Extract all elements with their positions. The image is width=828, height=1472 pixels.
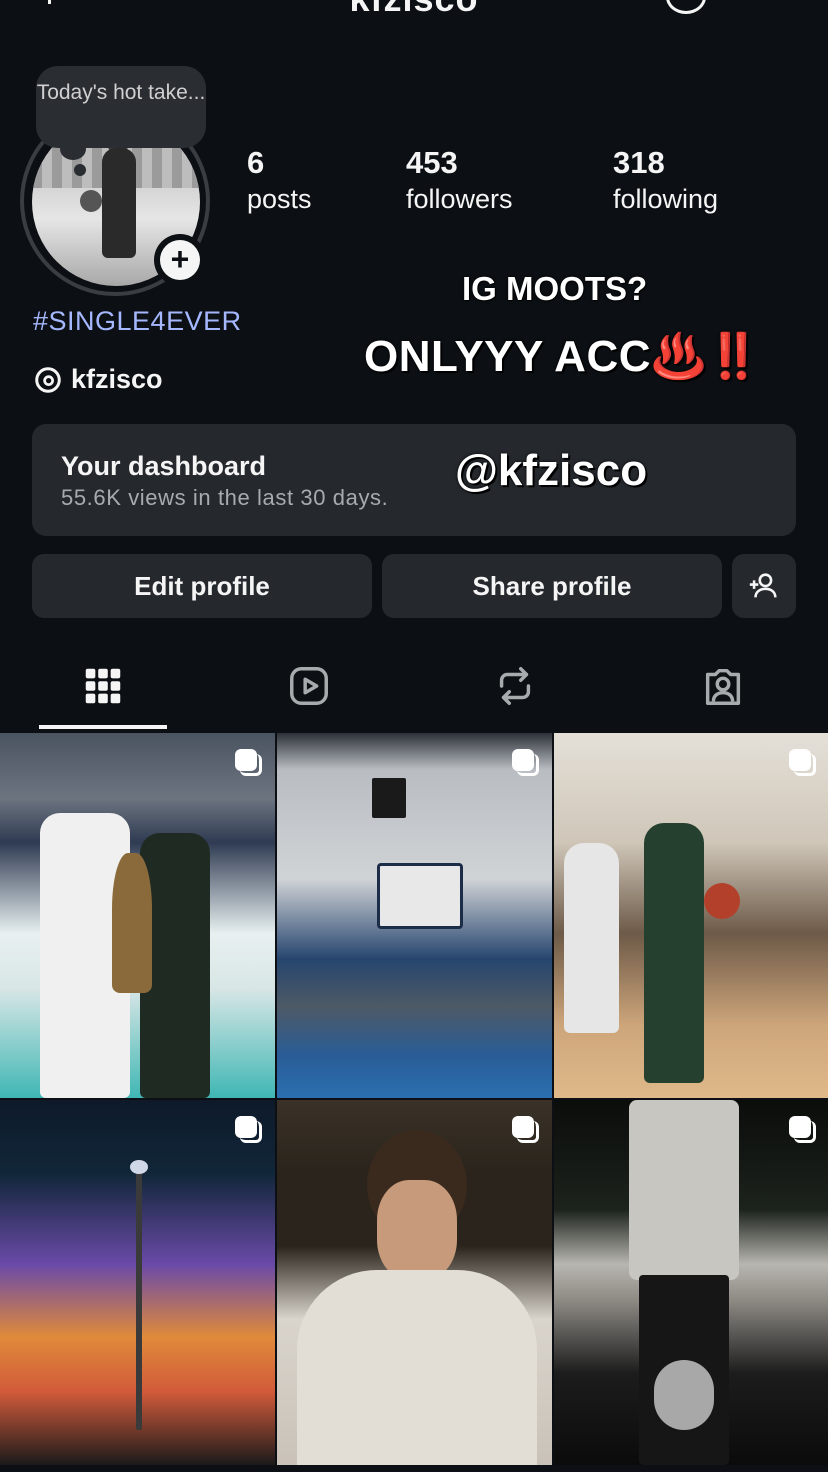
tab-reels[interactable] — [285, 660, 333, 712]
threads-handle: kfzisco — [71, 364, 163, 394]
stat-value: 318 — [613, 145, 665, 180]
carousel-icon — [512, 749, 539, 776]
post-thumbnail[interactable] — [277, 1100, 552, 1465]
carousel-icon — [789, 1116, 816, 1143]
dashboard-subtitle: 55.6K views in the last 30 days. — [61, 485, 389, 510]
carousel-icon — [235, 1116, 262, 1143]
post-thumbnail[interactable] — [0, 733, 275, 1098]
tab-reposts[interactable] — [491, 660, 539, 712]
reposts-icon — [499, 667, 531, 705]
tab-selected-indicator — [39, 725, 167, 729]
tab-tagged[interactable] — [699, 660, 747, 712]
tagged-icon — [705, 668, 741, 705]
stat-posts[interactable]: 6 posts — [247, 144, 312, 218]
add-story-button[interactable]: + — [160, 240, 200, 280]
overlay-text-moots: IG MOOTS? — [462, 270, 648, 307]
stat-value: 6 — [247, 145, 265, 180]
menu-icon[interactable] — [752, 0, 792, 5]
note-bubble[interactable]: Today's hot take... — [36, 66, 206, 148]
stat-following[interactable]: 318 following — [613, 144, 718, 218]
post-thumbnail[interactable] — [0, 1100, 275, 1465]
overlay-text-only-acc: ONLYYY ACC♨️‼️ — [364, 332, 762, 381]
stat-label: following — [613, 184, 719, 214]
share-profile-button[interactable]: Share profile — [382, 554, 722, 618]
tab-grid[interactable] — [79, 660, 127, 712]
carousel-icon — [512, 1116, 539, 1143]
grid-icon — [85, 668, 121, 704]
post-thumbnail[interactable] — [277, 733, 552, 1098]
bio-hashtag[interactable]: #SINGLE4EVER — [33, 306, 242, 337]
reels-icon — [290, 667, 328, 705]
threads-icon — [35, 366, 61, 393]
discover-people-button[interactable] — [732, 554, 796, 618]
add-person-icon — [749, 573, 777, 598]
overlay-text-handle: @kfzisco — [455, 446, 648, 495]
stat-label: followers — [406, 184, 513, 214]
carousel-icon — [235, 749, 262, 776]
stat-label: posts — [247, 184, 312, 214]
stat-followers[interactable]: 453 followers — [406, 144, 513, 218]
threads-link[interactable]: kfzisco — [33, 364, 163, 395]
note-bubble-tail-dot — [74, 164, 86, 176]
carousel-icon — [789, 749, 816, 776]
stat-value: 453 — [406, 145, 458, 180]
edit-profile-button[interactable]: Edit profile — [32, 554, 372, 618]
dashboard-title: Your dashboard — [61, 451, 267, 481]
post-thumbnail[interactable] — [554, 1100, 828, 1465]
post-thumbnail[interactable] — [554, 733, 828, 1098]
